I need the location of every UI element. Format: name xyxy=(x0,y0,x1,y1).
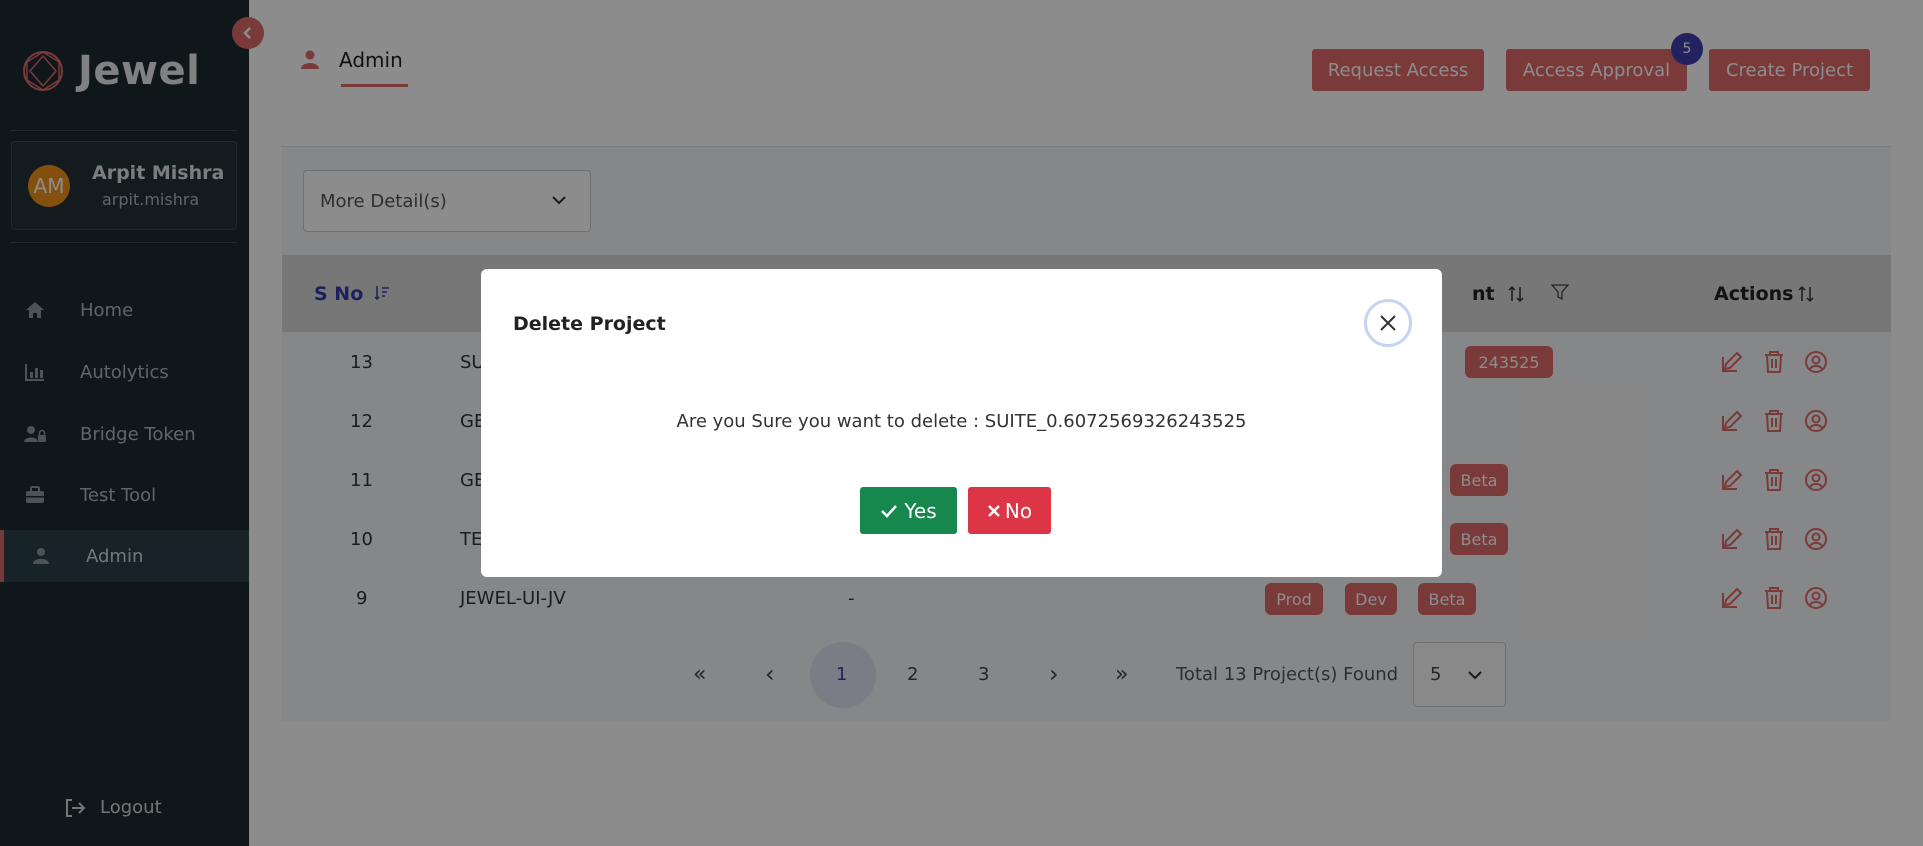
delete-project-dialog: Delete Project Are you Sure you want to … xyxy=(481,269,1442,577)
no-label: No xyxy=(1004,498,1033,523)
dialog-message: Are you Sure you want to delete : SUITE_… xyxy=(676,411,1247,432)
yes-button[interactable]: Yes xyxy=(860,487,957,534)
close-button[interactable] xyxy=(1364,299,1412,347)
yes-label: Yes xyxy=(904,498,937,523)
close-icon xyxy=(1380,315,1396,331)
check-icon xyxy=(881,504,898,518)
x-icon xyxy=(988,504,1000,517)
no-button[interactable]: No xyxy=(968,487,1051,534)
dialog-title: Delete Project xyxy=(513,313,666,335)
